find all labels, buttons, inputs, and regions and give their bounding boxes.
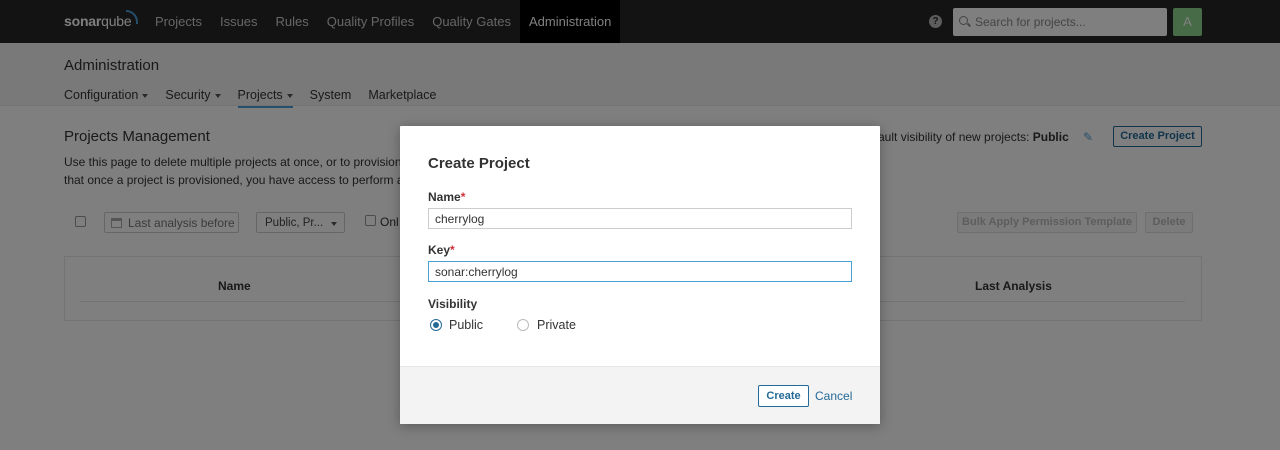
required-marker: * (450, 243, 455, 257)
required-marker: * (460, 190, 466, 204)
name-input[interactable] (428, 208, 852, 229)
create-button[interactable]: Create (758, 385, 809, 407)
visibility-public-radio[interactable] (430, 319, 442, 331)
key-label-text: Key (428, 243, 451, 257)
visibility-field-label: Visibility (428, 297, 478, 311)
visibility-public-label[interactable]: Public (449, 318, 483, 332)
name-field-label: Name* (428, 190, 465, 204)
create-project-modal: Create Project Name* Key* Visibility Pub… (400, 126, 880, 424)
modal-footer: Create Cancel (400, 366, 880, 424)
modal-title: Create Project (428, 155, 530, 172)
visibility-private-radio[interactable] (517, 319, 529, 331)
name-label-text: Name (428, 190, 461, 204)
key-input[interactable] (428, 261, 852, 282)
visibility-private-label[interactable]: Private (537, 318, 576, 332)
cancel-link[interactable]: Cancel (815, 389, 852, 403)
key-field-label: Key* (428, 243, 455, 257)
